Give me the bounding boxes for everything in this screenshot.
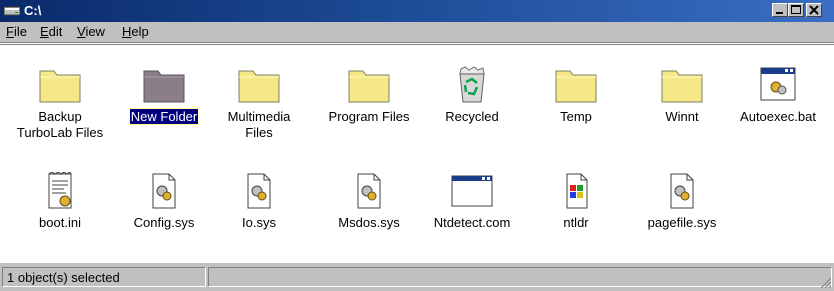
folder-icon (39, 70, 81, 103)
file-label-line2: TurboLab Files (16, 125, 104, 140)
file-label-line2: Files (245, 125, 273, 140)
file-label: ntldr (563, 215, 589, 230)
menu-edit[interactable]: Edit (40, 24, 62, 39)
maximize-button[interactable] (788, 3, 804, 17)
close-button[interactable] (806, 3, 822, 17)
system-file-icon (247, 173, 271, 209)
file-label: Backup (38, 109, 82, 124)
folder-icon (555, 70, 597, 103)
file-label: Autoexec.bat (740, 109, 816, 124)
file-label: boot.ini (39, 215, 81, 230)
recycle-bin-icon (459, 66, 485, 103)
folder-icon (238, 70, 280, 103)
resize-grip-icon[interactable] (820, 277, 832, 289)
drive-icon (4, 6, 20, 16)
close-icon (809, 5, 819, 15)
folder-icon (143, 70, 185, 103)
window-title: C:\ (24, 3, 42, 18)
ini-file-icon (48, 172, 72, 209)
title-bar[interactable]: C:\ (0, 0, 834, 22)
file-label: Winnt (665, 109, 699, 124)
batch-file-icon (760, 67, 796, 101)
file-label: Config.sys (133, 215, 195, 230)
system-file-icon (670, 173, 694, 209)
status-bar: 1 object(s) selected (0, 263, 834, 291)
menu-bar: File Edit View Help (0, 22, 834, 42)
status-pane-selection: 1 object(s) selected (2, 267, 206, 287)
file-label-selected: New Folder (128, 108, 200, 125)
file-label: Msdos.sys (338, 215, 400, 230)
file-label: Recycled (445, 109, 499, 124)
system-file-icon (357, 173, 381, 209)
status-text: 1 object(s) selected (7, 270, 120, 285)
folder-icon (661, 70, 703, 103)
file-label: Multimedia (227, 109, 291, 124)
application-window-icon (451, 175, 493, 207)
minimize-icon (776, 12, 783, 14)
menu-file[interactable]: File (6, 24, 27, 39)
file-label: Temp (560, 109, 592, 124)
file-label: Program Files (328, 109, 410, 124)
folder-icon (348, 70, 390, 103)
file-label: pagefile.sys (647, 215, 717, 230)
maximize-icon (791, 5, 801, 14)
explorer-window: C:\ File Edit View Help Backup TurboLab F… (0, 0, 834, 291)
loader-file-icon (566, 173, 588, 209)
menu-help[interactable]: Help (122, 24, 149, 39)
file-label: Io.sys (242, 215, 276, 230)
system-file-icon (152, 173, 176, 209)
minimize-button[interactable] (772, 3, 788, 17)
file-list-view[interactable]: Backup TurboLab Files New Folder Multimed… (0, 44, 834, 263)
status-pane-empty (208, 267, 832, 287)
file-label: Ntdetect.com (433, 215, 511, 230)
menu-view[interactable]: View (77, 24, 105, 39)
